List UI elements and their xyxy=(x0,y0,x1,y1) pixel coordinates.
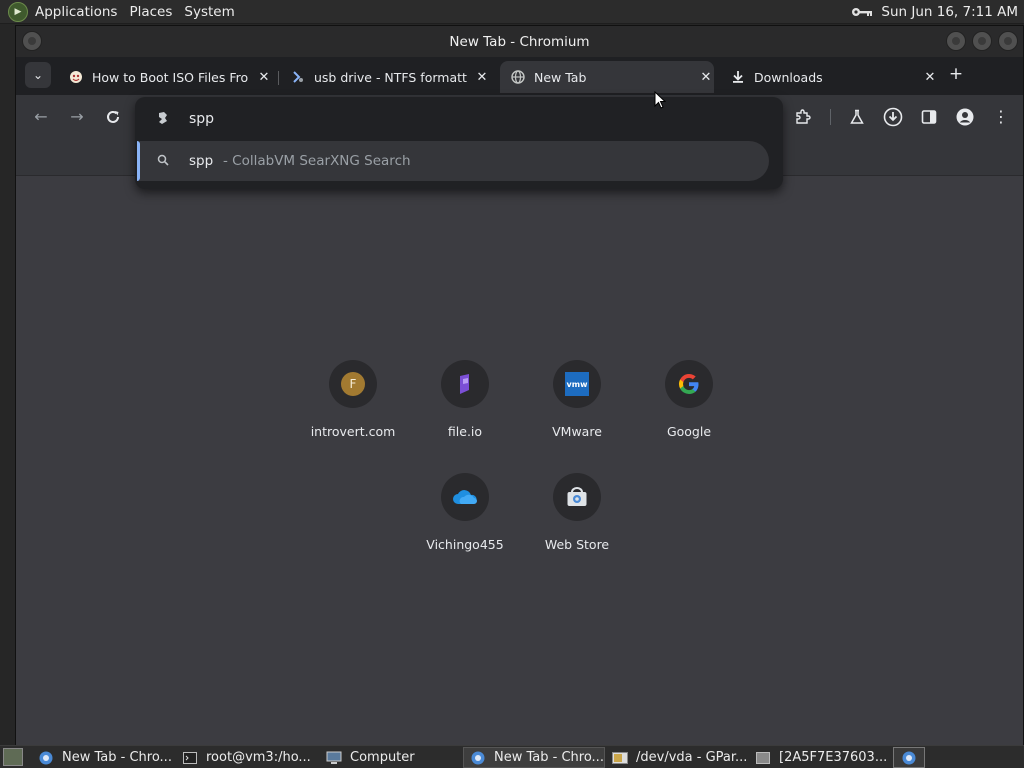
tab-search-button[interactable]: ⌄ xyxy=(25,62,51,88)
distro-logo-icon[interactable]: ▶ xyxy=(8,1,28,22)
task-label: /dev/vda - GPar... xyxy=(636,750,748,765)
maximize-button[interactable] xyxy=(972,31,992,51)
window-menu-button[interactable] xyxy=(22,31,42,51)
tab-usb-drive-ntfs[interactable]: usb drive - NTFS formatti ✕ xyxy=(284,61,490,93)
shortcut-label: Vichingo455 xyxy=(426,537,504,552)
toolbar-separator xyxy=(830,109,831,125)
letter-avatar-icon: F xyxy=(341,372,365,396)
close-window-button[interactable] xyxy=(998,31,1018,51)
shortcut-web-store[interactable]: Web Store xyxy=(521,473,633,573)
bottom-taskbar: New Tab - Chro... root@vm3:/ho... Comput… xyxy=(0,745,1024,768)
search-icon xyxy=(157,154,171,169)
labs-flask-icon[interactable] xyxy=(845,105,869,129)
download-icon xyxy=(730,69,746,85)
tab-downloads[interactable]: Downloads ✕ xyxy=(724,61,938,93)
tab-title: Downloads xyxy=(754,69,823,85)
menu-system[interactable]: System xyxy=(181,4,243,20)
shortcut-label: introvert.com xyxy=(310,424,396,439)
tab-separator xyxy=(278,71,279,85)
profile-avatar-icon[interactable] xyxy=(953,105,977,129)
workspace-switcher[interactable] xyxy=(893,747,925,768)
task-gparted[interactable]: /dev/vda - GPar... xyxy=(606,747,748,768)
task-window-id[interactable]: [2A5F7E37603... xyxy=(749,747,891,768)
chromium-window: New Tab - Chromium ⌄ How to Boot ISO Fil… xyxy=(15,25,1024,746)
tab-how-to-boot-iso[interactable]: How to Boot ISO Files Fro ✕ xyxy=(62,61,272,93)
file-io-icon xyxy=(441,360,489,408)
task-label: New Tab - Chro... xyxy=(494,750,604,765)
minimize-button[interactable] xyxy=(946,31,966,51)
omnibox-dropdown: spp - CollabVM SearXNG Search xyxy=(135,97,783,189)
google-icon xyxy=(665,360,713,408)
menu-places[interactable]: Places xyxy=(126,4,181,20)
shortcut-vichingo455[interactable]: Vichingo455 xyxy=(409,473,521,573)
selection-indicator xyxy=(137,141,140,181)
web-store-icon xyxy=(553,473,601,521)
task-label: root@vm3:/ho... xyxy=(206,750,311,765)
close-icon[interactable]: ✕ xyxy=(474,70,490,85)
task-terminal[interactable]: root@vm3:/ho... xyxy=(176,747,318,768)
globe-icon xyxy=(510,69,526,85)
onedrive-cloud-icon xyxy=(441,473,489,521)
tab-strip: ⌄ How to Boot ISO Files Fro ✕ usb drive … xyxy=(16,57,1023,95)
shortcut-label: VMware xyxy=(552,424,602,439)
omnibox-suggestion[interactable]: spp - CollabVM SearXNG Search xyxy=(137,141,769,181)
omnibox-input[interactable] xyxy=(189,108,749,130)
terminal-icon xyxy=(182,750,198,766)
task-label: [2A5F7E37603... xyxy=(779,750,888,765)
shortcut-icon: F xyxy=(329,360,377,408)
tab-title: New Tab xyxy=(534,69,587,85)
keyring-icon[interactable] xyxy=(851,5,873,19)
task-label: Computer xyxy=(350,750,415,765)
tab-favicon-icon xyxy=(290,69,306,85)
reload-button[interactable] xyxy=(102,106,124,128)
top-panel: ▶ Applications Places System Sun Jun 16,… xyxy=(0,0,1024,24)
computer-icon xyxy=(326,750,342,766)
new-tab-button[interactable]: + xyxy=(946,64,966,84)
back-button[interactable]: ← xyxy=(30,106,52,128)
forward-button[interactable]: → xyxy=(66,106,88,128)
shortcut-google[interactable]: Google xyxy=(633,360,745,460)
menu-applications[interactable]: Applications xyxy=(32,4,126,20)
search-engine-icon xyxy=(157,111,171,125)
close-icon[interactable]: ✕ xyxy=(698,70,714,85)
shortcut-file-io[interactable]: file.io xyxy=(409,360,521,460)
tab-title: How to Boot ISO Files Fro xyxy=(92,69,249,85)
reload-icon xyxy=(107,110,119,123)
window-titlebar[interactable]: New Tab - Chromium xyxy=(16,26,1023,57)
window-icon xyxy=(755,750,771,766)
mouse-cursor-icon xyxy=(654,91,666,109)
show-desktop-icon[interactable] xyxy=(3,748,23,766)
shortcut-label: Web Store xyxy=(544,537,610,552)
more-menu-icon[interactable]: ⋮ xyxy=(989,105,1013,129)
chromium-icon xyxy=(470,750,486,766)
shortcut-vmware[interactable]: vmw VMware xyxy=(521,360,633,460)
tab-title: usb drive - NTFS formatti xyxy=(314,69,468,85)
task-computer[interactable]: Computer xyxy=(320,747,460,768)
close-icon[interactable]: ✕ xyxy=(922,70,938,85)
vmware-icon: vmw xyxy=(553,360,601,408)
new-tab-page: F introvert.com file.io vmw VMware Googl… xyxy=(16,177,1023,746)
chevron-down-icon: ⌄ xyxy=(32,68,44,82)
window-title: New Tab - Chromium xyxy=(449,33,590,50)
tab-new-tab[interactable]: New Tab ✕ xyxy=(500,61,714,93)
extensions-icon[interactable] xyxy=(791,105,815,129)
suggestion-description: - CollabVM SearXNG Search xyxy=(223,153,411,169)
chromium-icon xyxy=(38,750,54,766)
close-icon[interactable]: ✕ xyxy=(256,70,272,85)
tab-favicon-icon xyxy=(68,69,84,85)
suggestion-query: spp xyxy=(189,153,214,169)
chromium-icon xyxy=(902,751,916,764)
panel-clock[interactable]: Sun Jun 16, 7:11 AM xyxy=(881,4,1024,20)
shortcut-introvert[interactable]: F introvert.com xyxy=(297,360,409,460)
shortcut-label: Google xyxy=(666,424,712,439)
shortcut-label: file.io xyxy=(447,424,483,439)
desktop: ▶ Applications Places System Sun Jun 16,… xyxy=(0,0,1024,768)
task-chromium-1[interactable]: New Tab - Chro... xyxy=(32,747,174,768)
downloads-toolbar-icon[interactable] xyxy=(881,105,905,129)
gparted-icon xyxy=(612,750,628,766)
task-chromium-2[interactable]: New Tab - Chro... xyxy=(463,747,605,768)
side-panel-icon[interactable] xyxy=(917,105,941,129)
task-label: New Tab - Chro... xyxy=(62,750,172,765)
